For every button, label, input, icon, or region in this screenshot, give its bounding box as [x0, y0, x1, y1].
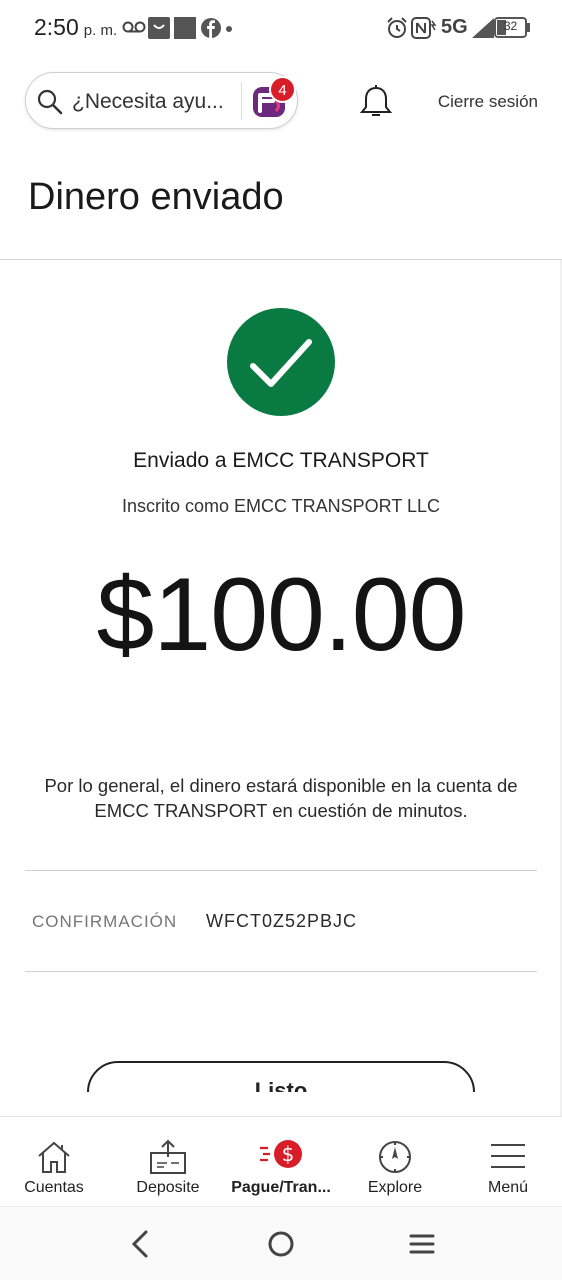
- back-icon[interactable]: [128, 1229, 152, 1259]
- success-icon: [227, 308, 335, 416]
- search-icon: [37, 89, 63, 115]
- amount-sent: $100.00: [96, 557, 467, 673]
- done-button[interactable]: Listo: [87, 1061, 475, 1092]
- confirmation-number: WFCT0Z52PBJC: [206, 911, 358, 931]
- status-time: 2:50 p. m.: [34, 14, 117, 41]
- search-bar[interactable]: ¿Necesita ayu... 4: [25, 72, 298, 129]
- nav-label-pay-transfer: Pague/Tran...: [231, 1179, 331, 1196]
- nfc-icon: [411, 17, 437, 39]
- svg-text:$: $: [282, 1142, 295, 1166]
- pay-transfer-icon: $: [260, 1140, 302, 1168]
- network-type: 5G: [441, 16, 468, 38]
- confirmation-divider-bottom: [25, 971, 537, 972]
- home-icon: [38, 1141, 70, 1173]
- android-nav-bar: [0, 1206, 562, 1280]
- signout-link[interactable]: Cierre sesión: [438, 92, 538, 112]
- voicemail-icon: [122, 21, 146, 33]
- screen: 2:50 p. m. 5G 32 ¿Necesita ayu... 4 Cier…: [0, 0, 562, 1280]
- confirmation-label: CONFIRMACIÓN: [32, 912, 178, 931]
- home-circle-icon[interactable]: [266, 1229, 296, 1259]
- nav-item-deposit[interactable]: Deposite: [114, 1117, 222, 1207]
- nav-item-pay-transfer[interactable]: $ Pague/Tran...: [224, 1117, 338, 1207]
- enrolled-as-text: Inscrito como EMCC TRANSPORT LLC: [121, 496, 441, 516]
- bell-icon[interactable]: [358, 84, 394, 120]
- status-time-value: 2:50: [34, 14, 79, 40]
- availability-note: Por lo general, el dinero estará disponi…: [44, 775, 518, 821]
- page-title: Dinero enviado: [28, 176, 284, 218]
- nav-label-accounts: Cuentas: [24, 1179, 84, 1196]
- notification-badge: 4: [269, 76, 296, 103]
- shopping-bag-icon: [148, 17, 170, 39]
- signal-icon: [472, 18, 494, 38]
- menu-icon: [491, 1144, 525, 1168]
- compass-icon: [379, 1141, 411, 1173]
- nav-label-menu: Menú: [487, 1179, 529, 1196]
- nav-label-explore: Explore: [367, 1179, 423, 1196]
- confirmation-divider-top: [25, 870, 537, 871]
- dot-icon: [226, 26, 232, 32]
- checkmark-icon: [250, 339, 312, 387]
- nav-label-deposit: Deposite: [136, 1179, 200, 1196]
- status-time-suffix: p. m.: [83, 22, 118, 39]
- status-bar: 2:50 p. m. 5G 32: [0, 0, 562, 58]
- recents-icon[interactable]: [408, 1229, 436, 1259]
- battery-icon: 32: [494, 17, 530, 38]
- header-divider: [0, 259, 562, 260]
- done-button-viewport: Listo: [0, 1040, 562, 1092]
- square-icon: [174, 17, 196, 39]
- deposit-icon: [150, 1139, 186, 1174]
- facebook-icon: [201, 18, 221, 38]
- nav-item-menu[interactable]: Menú: [454, 1117, 562, 1207]
- search-divider: [241, 82, 242, 120]
- recipient-text: Enviado a EMCC TRANSPORT: [133, 449, 429, 472]
- bottom-nav: Cuentas Deposite $ Pague/Tran... Explore…: [0, 1116, 562, 1206]
- alarm-icon: [387, 17, 407, 38]
- battery-level: 32: [503, 19, 518, 33]
- search-input[interactable]: ¿Necesita ayu...: [72, 90, 257, 114]
- nav-item-accounts[interactable]: Cuentas: [0, 1117, 108, 1207]
- nav-item-explore[interactable]: Explore: [340, 1117, 450, 1207]
